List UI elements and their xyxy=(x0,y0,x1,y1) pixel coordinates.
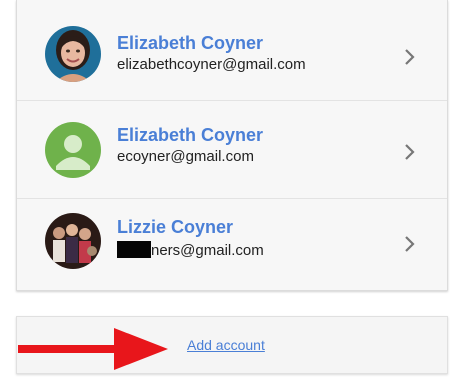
account-name: Elizabeth Coyner xyxy=(117,125,264,145)
avatar xyxy=(45,122,101,178)
default-person-icon xyxy=(45,122,101,178)
account-email: elizabethcoyner@gmail.com xyxy=(117,56,306,73)
account-list: Elizabeth Coyner elizabethcoyner@gmail.c… xyxy=(16,0,448,291)
avatar xyxy=(45,213,101,269)
account-email: ecoyner@gmail.com xyxy=(117,148,254,165)
chevron-right-icon xyxy=(405,144,415,160)
account-email-suffix: ners@gmail.com xyxy=(151,242,264,259)
red-arrow-icon xyxy=(18,328,168,370)
account-name: Elizabeth Coyner xyxy=(117,33,264,53)
chevron-right-icon xyxy=(405,236,415,252)
account-chooser: Elizabeth Coyner elizabethcoyner@gmail.c… xyxy=(0,0,458,381)
account-row-ecoyner[interactable]: Elizabeth Coyner ecoyner@gmail.com xyxy=(17,101,447,199)
account-row-elizabethcoyner[interactable]: Elizabeth Coyner elizabethcoyner@gmail.c… xyxy=(17,0,447,101)
profile-photo-icon xyxy=(45,26,101,82)
chevron-right-icon xyxy=(405,49,415,65)
account-email: ners@gmail.com xyxy=(117,241,264,259)
add-account-link[interactable]: Add account xyxy=(187,337,265,353)
redaction-block xyxy=(117,241,151,258)
group-photo-icon xyxy=(45,213,101,269)
account-row-lizziecoyner[interactable]: Lizzie Coyner ners@gmail.com xyxy=(17,199,447,290)
avatar xyxy=(45,26,101,82)
account-name: Lizzie Coyner xyxy=(117,217,234,237)
